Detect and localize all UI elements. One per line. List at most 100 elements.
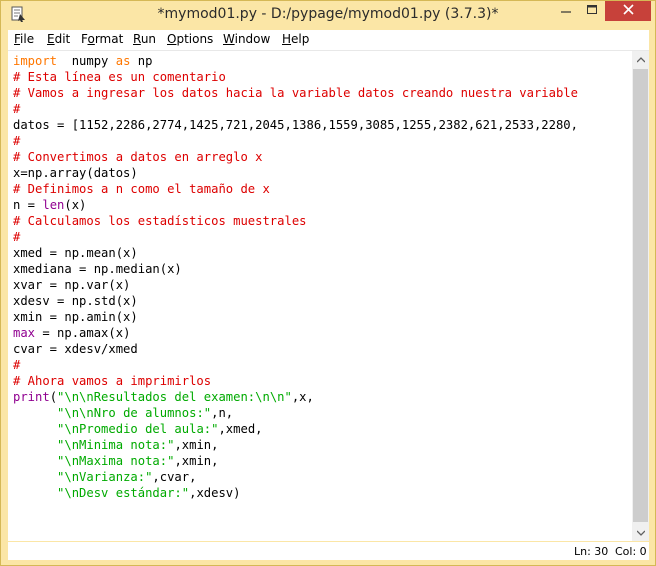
code-line[interactable]: # (13, 229, 578, 245)
code-line[interactable]: # Ahora vamos a imprimirlos (13, 373, 578, 389)
code-line[interactable]: "\nDesv estándar:",xdesv) (13, 485, 578, 501)
vertical-scroll-thumb[interactable] (633, 69, 648, 522)
close-icon (622, 2, 634, 20)
title-bar[interactable]: *mymod01.py - D:/pypage/mymod01.py (3.7.… (1, 1, 655, 30)
code-line[interactable]: # Vamos a ingresar los datos hacia la va… (13, 85, 578, 101)
code-line[interactable]: # (13, 101, 578, 117)
code-token: cvar = xdesv/xmed (13, 342, 138, 356)
code-token: ,n, (211, 406, 234, 420)
code-token: ,cvar, (152, 470, 197, 484)
code-token: ,xdesv) (189, 486, 241, 500)
code-line[interactable]: xmediana = np.median(x) (13, 261, 578, 277)
code-token: (x) (64, 198, 87, 212)
scroll-up-arrow-icon[interactable] (632, 51, 649, 68)
code-line[interactable]: print("\n\nResultados del examen:\n\n",x… (13, 389, 578, 405)
code-line[interactable]: "\nVarianza:",cvar, (13, 469, 578, 485)
menu-file[interactable]: File (14, 32, 34, 46)
code-token: "\n\nResultados del examen:\n\n" (57, 390, 292, 404)
code-token: # (13, 134, 21, 148)
code-line[interactable]: # Esta línea es un comentario (13, 69, 578, 85)
code-token: datos = [1152,2286,2774,1425,721,2045,13… (13, 118, 578, 132)
code-token: max (13, 326, 36, 340)
menu-options[interactable]: Options (167, 32, 213, 46)
vertical-scrollbar[interactable] (632, 51, 649, 541)
scroll-down-arrow-icon[interactable] (632, 524, 649, 541)
code-token: # (13, 358, 21, 372)
code-token: # (13, 230, 21, 244)
code-token: xmin = np.amin(x) (13, 310, 138, 324)
code-token: # Definimos a n como el tamaño de x (13, 182, 270, 196)
code-line[interactable]: # Calculamos los estadísticos muestrales (13, 213, 578, 229)
code-line[interactable]: datos = [1152,2286,2774,1425,721,2045,13… (13, 117, 578, 133)
code-token: import (13, 54, 58, 68)
minimize-button[interactable] (553, 1, 579, 21)
code-token: "\nMaxima nota:" (57, 454, 175, 468)
code-token: numpy (57, 54, 116, 68)
code-line[interactable]: # (13, 357, 578, 373)
code-line[interactable]: import numpy as np (13, 53, 578, 69)
code-token: ,xmin, (174, 438, 219, 452)
code-line[interactable]: "\nMinima nota:",xmin, (13, 437, 578, 453)
close-button[interactable] (605, 1, 651, 21)
code-line[interactable]: "\nPromedio del aula:",xmed, (13, 421, 578, 437)
code-token: # (13, 102, 21, 116)
code-line[interactable]: x=np.array(datos) (13, 165, 578, 181)
code-token: x=np.array(datos) (13, 166, 138, 180)
code-editor[interactable]: import numpy as np # Esta línea es un com… (8, 51, 632, 541)
code-token: print (13, 390, 50, 404)
code-token: n = (13, 198, 43, 212)
code-line[interactable]: xvar = np.var(x) (13, 277, 578, 293)
menu-edit[interactable]: Edit (47, 32, 70, 46)
code-token: as (115, 54, 131, 68)
code-text[interactable]: import numpy as np # Esta línea es un com… (13, 53, 578, 501)
code-token: "\nPromedio del aula:" (57, 422, 219, 436)
maximize-icon (587, 2, 597, 20)
code-line[interactable]: xmed = np.mean(x) (13, 245, 578, 261)
code-token: = np.amax(x) (35, 326, 131, 340)
code-token: "\nMinima nota:" (57, 438, 175, 452)
code-token: # Ahora vamos a imprimirlos (13, 374, 212, 388)
code-line[interactable]: "\nMaxima nota:",xmin, (13, 453, 578, 469)
code-token: ,xmin, (174, 454, 219, 468)
status-line-number: Ln: 30 (574, 545, 609, 558)
code-line[interactable]: # (13, 133, 578, 149)
code-token: len (42, 198, 65, 212)
code-token: ,xmed, (218, 422, 263, 436)
menu-format[interactable]: Format (81, 32, 123, 46)
code-token: "\n\nNro de alumnos:" (57, 406, 212, 420)
menu-run[interactable]: Run (133, 32, 156, 46)
code-token: "\nDesv estándar:" (57, 486, 190, 500)
menu-help[interactable]: Help (282, 32, 309, 46)
code-line[interactable]: xdesv = np.std(x) (13, 293, 578, 309)
status-column-number: Col: 0 (615, 545, 647, 558)
status-bar: Ln: 30 Col: 0 (8, 542, 649, 560)
menu-window[interactable]: Window (223, 32, 270, 46)
code-line[interactable]: cvar = xdesv/xmed (13, 341, 578, 357)
minimize-icon (561, 2, 571, 20)
code-token: xmediana = np.median(x) (13, 262, 182, 276)
menu-bar: File Edit Format Run Options Window Help (8, 30, 649, 51)
code-line[interactable]: max = np.amax(x) (13, 325, 578, 341)
maximize-button[interactable] (579, 1, 605, 21)
code-token: xmed = np.mean(x) (13, 246, 138, 260)
code-line[interactable]: # Definimos a n como el tamaño de x (13, 181, 578, 197)
code-token: xvar = np.var(x) (13, 278, 131, 292)
code-line[interactable]: n = len(x) (13, 197, 578, 213)
code-line[interactable]: xmin = np.amin(x) (13, 309, 578, 325)
idle-editor-window: *mymod01.py - D:/pypage/mymod01.py (3.7.… (0, 0, 656, 566)
code-token: # Calculamos los estadísticos muestrales (13, 214, 307, 228)
code-line[interactable]: # Convertimos a datos en arreglo x (13, 149, 578, 165)
code-token: ( (49, 390, 58, 404)
code-token: # Vamos a ingresar los datos hacia la va… (13, 86, 578, 100)
code-token: # Convertimos a datos en arreglo x (13, 150, 263, 164)
code-token: np (130, 54, 153, 68)
code-token: xdesv = np.std(x) (13, 294, 138, 308)
code-line[interactable]: "\n\nNro de alumnos:",n, (13, 405, 578, 421)
code-token: # Esta línea es un comentario (13, 70, 226, 84)
